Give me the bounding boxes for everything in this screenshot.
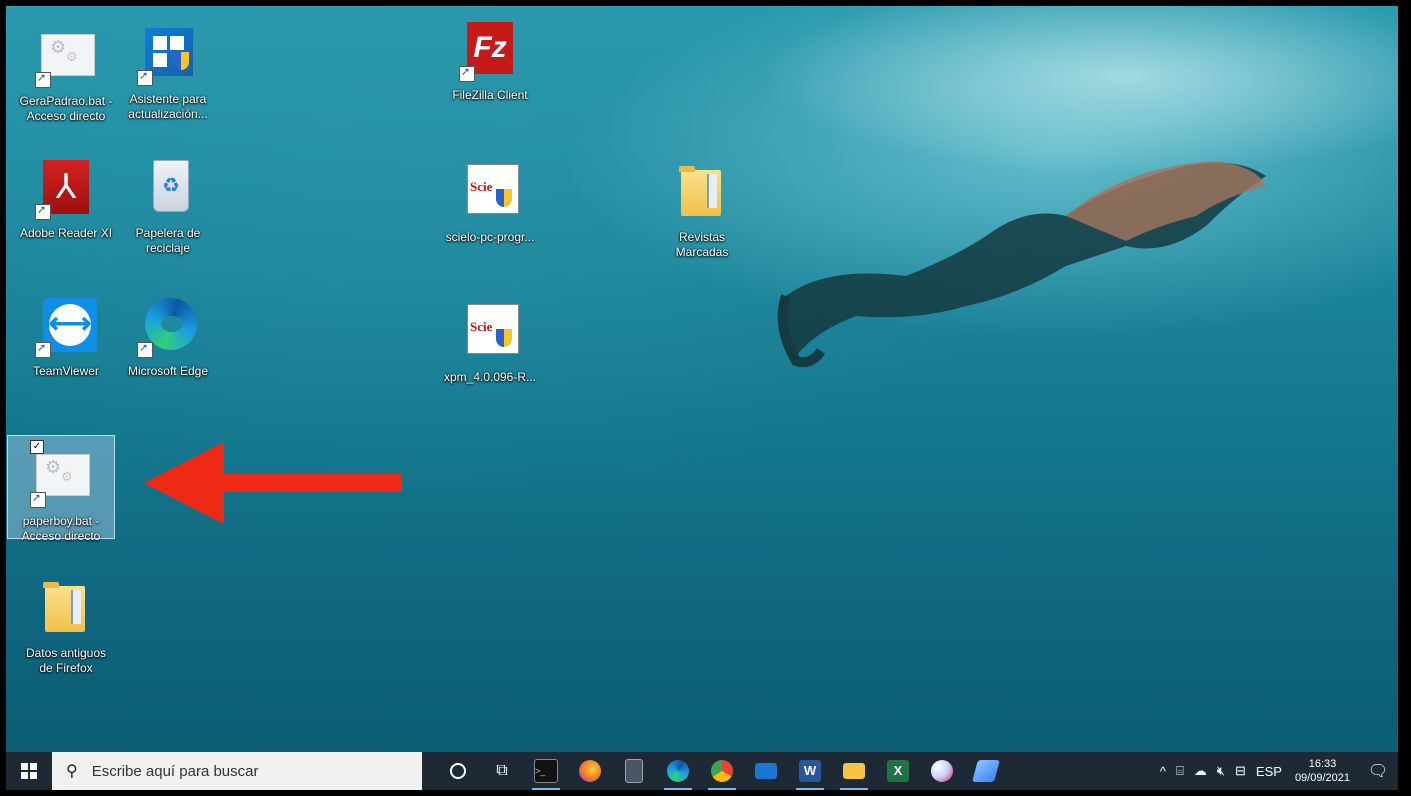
- desktop-icon-adobe-reader[interactable]: ⅄ Adobe Reader XI: [16, 158, 116, 241]
- desktop-icon-scielo-pc[interactable]: Scie scielo-pc-progr...: [440, 162, 540, 245]
- desktop-icon-label: Datos antiguos de Firefox: [25, 646, 107, 675]
- volume-muted-icon[interactable]: 🔇︎: [1212, 763, 1230, 779]
- taskbar-excel[interactable]: X: [876, 752, 920, 790]
- desktop-icon-paperboy[interactable]: ✓ paperboy.bat - Acceso directo: [7, 435, 115, 543]
- batch-file-shortcut-icon: ✓: [26, 440, 96, 510]
- paint-icon: [931, 760, 953, 782]
- edge-icon: [133, 296, 203, 360]
- file-explorer-icon: [843, 763, 865, 779]
- desktop-icon-label: GeraPadrao.bat - Acceso directo: [19, 94, 113, 123]
- desktop-icon-label: Adobe Reader XI: [19, 226, 113, 240]
- cortana-button[interactable]: [436, 752, 480, 790]
- desktop-icon-label: FileZilla Client: [452, 88, 528, 102]
- desktop-icon-label: Revistas Marcadas: [675, 230, 729, 259]
- taskbar-file-explorer[interactable]: [832, 752, 876, 790]
- calculator-icon: [625, 759, 643, 783]
- scielo-installer-icon: Scie: [455, 162, 525, 226]
- taskbar-word[interactable]: W: [788, 752, 832, 790]
- chrome-icon: [711, 760, 733, 782]
- network-icon[interactable]: ⊟: [1230, 763, 1251, 779]
- desktop-icon-filezilla[interactable]: Fz FileZilla Client: [440, 20, 540, 103]
- desktop-icon-revistas-marcadas[interactable]: Revistas Marcadas: [652, 162, 752, 260]
- desktop-icon-label: paperboy.bat - Acceso directo: [21, 514, 101, 543]
- filezilla-icon: Fz: [455, 20, 525, 84]
- taskbar-chrome[interactable]: [700, 752, 744, 790]
- taskbar-search-box[interactable]: ⚲ Escribe aquí para buscar: [52, 752, 422, 790]
- mail-icon: [755, 763, 777, 779]
- firefox-icon: [579, 760, 601, 782]
- chevron-up-icon[interactable]: ^: [1155, 764, 1171, 779]
- search-icon: ⚲: [66, 763, 78, 780]
- clock-date: 09/09/2021: [1294, 772, 1350, 784]
- desktop-icon-label: xpm_4.0.096-R...: [443, 370, 537, 384]
- taskbar: ⚲ Escribe aquí para buscar ⧉ >_ W X ^ ⌸ …: [6, 752, 1398, 790]
- taskbar-firefox[interactable]: [568, 752, 612, 790]
- notification-icon: 🗨︎: [1367, 763, 1389, 780]
- desktop-icon-recycle-bin[interactable]: ♻ Papelera de reciclaje: [118, 158, 218, 256]
- desktop-icon-label: scielo-pc-progr...: [445, 230, 535, 244]
- edge-icon: [667, 760, 689, 782]
- desktop-icon-label: Microsoft Edge: [127, 364, 209, 378]
- desktop-icon-label: Papelera de reciclaje: [135, 226, 201, 255]
- scielo-installer-icon: Scie: [455, 302, 525, 366]
- desktop-icon-label: Asistente para actualización...: [128, 92, 208, 121]
- taskbar-edge[interactable]: [656, 752, 700, 790]
- taskbar-notes[interactable]: [964, 752, 1008, 790]
- taskbar-terminal[interactable]: >_: [524, 752, 568, 790]
- search-placeholder: Escribe aquí para buscar: [91, 762, 259, 780]
- task-view-button[interactable]: ⧉: [480, 752, 524, 790]
- terminal-icon: >_: [534, 759, 558, 783]
- excel-icon: X: [887, 760, 909, 782]
- folder-icon: [667, 162, 737, 226]
- batch-file-shortcut-icon: [31, 26, 101, 90]
- taskbar-calculator[interactable]: [612, 752, 656, 790]
- desktop-icon-teamviewer[interactable]: TeamViewer: [16, 296, 116, 379]
- selection-checkbox[interactable]: ✓: [30, 440, 44, 454]
- cortana-icon: [450, 763, 466, 779]
- notes-icon: [972, 760, 1000, 782]
- taskbar-mail[interactable]: [744, 752, 788, 790]
- adobe-reader-icon: ⅄: [31, 158, 101, 222]
- desktop-screen: GeraPadrao.bat - Acceso directo Asistent…: [6, 6, 1398, 790]
- clock[interactable]: 16:33 09/09/2021: [1287, 757, 1358, 785]
- desktop-icon-label: TeamViewer: [33, 364, 99, 378]
- wallpaper-swimmer: [777, 161, 1266, 368]
- desktop-icon-xpm[interactable]: Scie xpm_4.0.096-R...: [440, 302, 540, 385]
- system-tray: ^ ⌸ ☁ 🔇︎ ⊟ ESP 16:33 09/09/2021 🗨︎: [1155, 752, 1398, 790]
- annotation-arrow-shaft: [216, 474, 402, 492]
- taskbar-paint[interactable]: [920, 752, 964, 790]
- start-button[interactable]: [6, 752, 52, 790]
- word-icon: W: [799, 760, 821, 782]
- folder-icon: [31, 578, 101, 642]
- recycle-bin-icon: ♻: [133, 158, 203, 222]
- windows-logo-icon: [21, 763, 37, 779]
- windows-update-assistant-icon: [133, 24, 203, 88]
- desktop-area[interactable]: GeraPadrao.bat - Acceso directo Asistent…: [6, 6, 1398, 752]
- language-indicator[interactable]: ESP: [1251, 764, 1287, 779]
- task-view-icon: ⧉: [496, 762, 508, 779]
- meet-now-icon[interactable]: ⌸: [1171, 763, 1189, 779]
- annotation-arrow-head: [144, 442, 224, 524]
- teamviewer-icon: [31, 296, 101, 360]
- desktop-icon-edge[interactable]: Microsoft Edge: [118, 296, 218, 379]
- desktop-icon-asistente[interactable]: Asistente para actualización...: [118, 24, 218, 122]
- onedrive-icon[interactable]: ☁: [1189, 763, 1212, 779]
- desktop-icon-gerapadrao[interactable]: GeraPadrao.bat - Acceso directo: [16, 26, 116, 124]
- desktop-icon-datos-firefox[interactable]: Datos antiguos de Firefox: [16, 578, 116, 676]
- notifications-button[interactable]: 🗨︎: [1358, 752, 1398, 790]
- clock-time: 16:33: [1308, 758, 1337, 770]
